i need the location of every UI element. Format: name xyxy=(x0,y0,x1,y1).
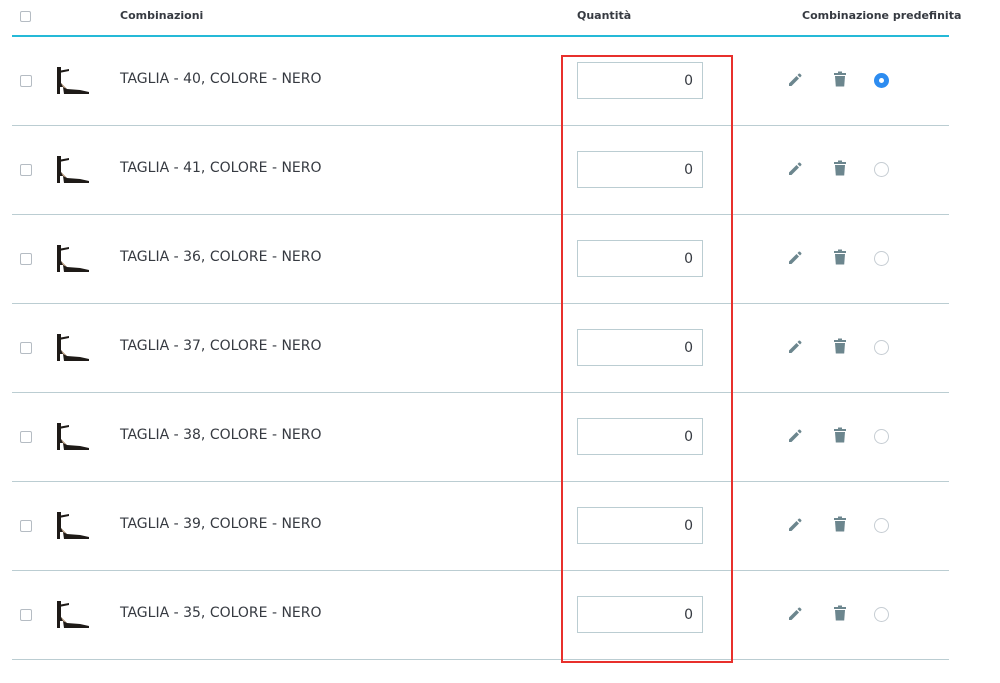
trash-icon[interactable] xyxy=(833,71,847,87)
table-row: TAGLIA - 36, COLORE - NERO xyxy=(12,215,949,304)
quantity-input[interactable] xyxy=(577,418,703,455)
trash-icon[interactable] xyxy=(833,605,847,621)
shoe-icon xyxy=(52,154,92,184)
pencil-icon[interactable] xyxy=(787,339,803,355)
pencil-icon[interactable] xyxy=(787,161,803,177)
combination-label: TAGLIA - 39, COLORE - NERO xyxy=(120,516,322,532)
row-checkbox[interactable] xyxy=(20,431,32,443)
shoe-icon xyxy=(52,243,92,273)
shoe-icon xyxy=(52,332,92,362)
pencil-icon[interactable] xyxy=(787,72,803,88)
default-combination-radio[interactable] xyxy=(874,162,889,177)
default-combination-radio[interactable] xyxy=(874,73,889,88)
table-row: TAGLIA - 39, COLORE - NERO xyxy=(12,482,949,571)
combination-label: TAGLIA - 37, COLORE - NERO xyxy=(120,338,322,354)
combinations-table: Combinazioni Quantità Combinazione prede… xyxy=(0,0,1000,683)
default-combination-radio[interactable] xyxy=(874,429,889,444)
row-checkbox[interactable] xyxy=(20,253,32,265)
trash-icon[interactable] xyxy=(833,516,847,532)
quantity-input[interactable] xyxy=(577,507,703,544)
quantity-input[interactable] xyxy=(577,151,703,188)
combination-label: TAGLIA - 38, COLORE - NERO xyxy=(120,427,322,443)
row-checkbox[interactable] xyxy=(20,75,32,87)
combination-label: TAGLIA - 36, COLORE - NERO xyxy=(120,249,322,265)
select-all-checkbox[interactable] xyxy=(20,11,31,22)
combination-label: TAGLIA - 40, COLORE - NERO xyxy=(120,71,322,87)
combination-label: TAGLIA - 41, COLORE - NERO xyxy=(120,160,322,176)
pencil-icon[interactable] xyxy=(787,517,803,533)
combinations-column-header: Combinazioni xyxy=(120,9,204,22)
shoe-icon xyxy=(52,599,92,629)
table-header: Combinazioni Quantità Combinazione prede… xyxy=(12,0,961,37)
default-combination-radio[interactable] xyxy=(874,607,889,622)
table-row: TAGLIA - 38, COLORE - NERO xyxy=(12,393,949,482)
pencil-icon[interactable] xyxy=(787,428,803,444)
trash-icon[interactable] xyxy=(833,249,847,265)
row-checkbox[interactable] xyxy=(20,164,32,176)
pencil-icon[interactable] xyxy=(787,606,803,622)
table-row: TAGLIA - 35, COLORE - NERO xyxy=(12,571,949,660)
quantity-input[interactable] xyxy=(577,596,703,633)
row-checkbox[interactable] xyxy=(20,342,32,354)
default-combination-radio[interactable] xyxy=(874,251,889,266)
quantity-input[interactable] xyxy=(577,240,703,277)
table-row: TAGLIA - 40, COLORE - NERO xyxy=(12,37,949,126)
shoe-icon xyxy=(52,421,92,451)
quantity-column-header: Quantità xyxy=(577,9,632,22)
table-row: TAGLIA - 37, COLORE - NERO xyxy=(12,304,949,393)
trash-icon[interactable] xyxy=(833,338,847,354)
default-combination-column-header: Combinazione predefinita xyxy=(802,9,962,22)
shoe-icon xyxy=(52,65,92,95)
row-checkbox[interactable] xyxy=(20,520,32,532)
quantity-input[interactable] xyxy=(577,329,703,366)
default-combination-radio[interactable] xyxy=(874,518,889,533)
default-combination-radio[interactable] xyxy=(874,340,889,355)
trash-icon[interactable] xyxy=(833,427,847,443)
table-row: TAGLIA - 41, COLORE - NERO xyxy=(12,126,949,215)
combination-label: TAGLIA - 35, COLORE - NERO xyxy=(120,605,322,621)
pencil-icon[interactable] xyxy=(787,250,803,266)
row-checkbox[interactable] xyxy=(20,609,32,621)
shoe-icon xyxy=(52,510,92,540)
trash-icon[interactable] xyxy=(833,160,847,176)
quantity-input[interactable] xyxy=(577,62,703,99)
